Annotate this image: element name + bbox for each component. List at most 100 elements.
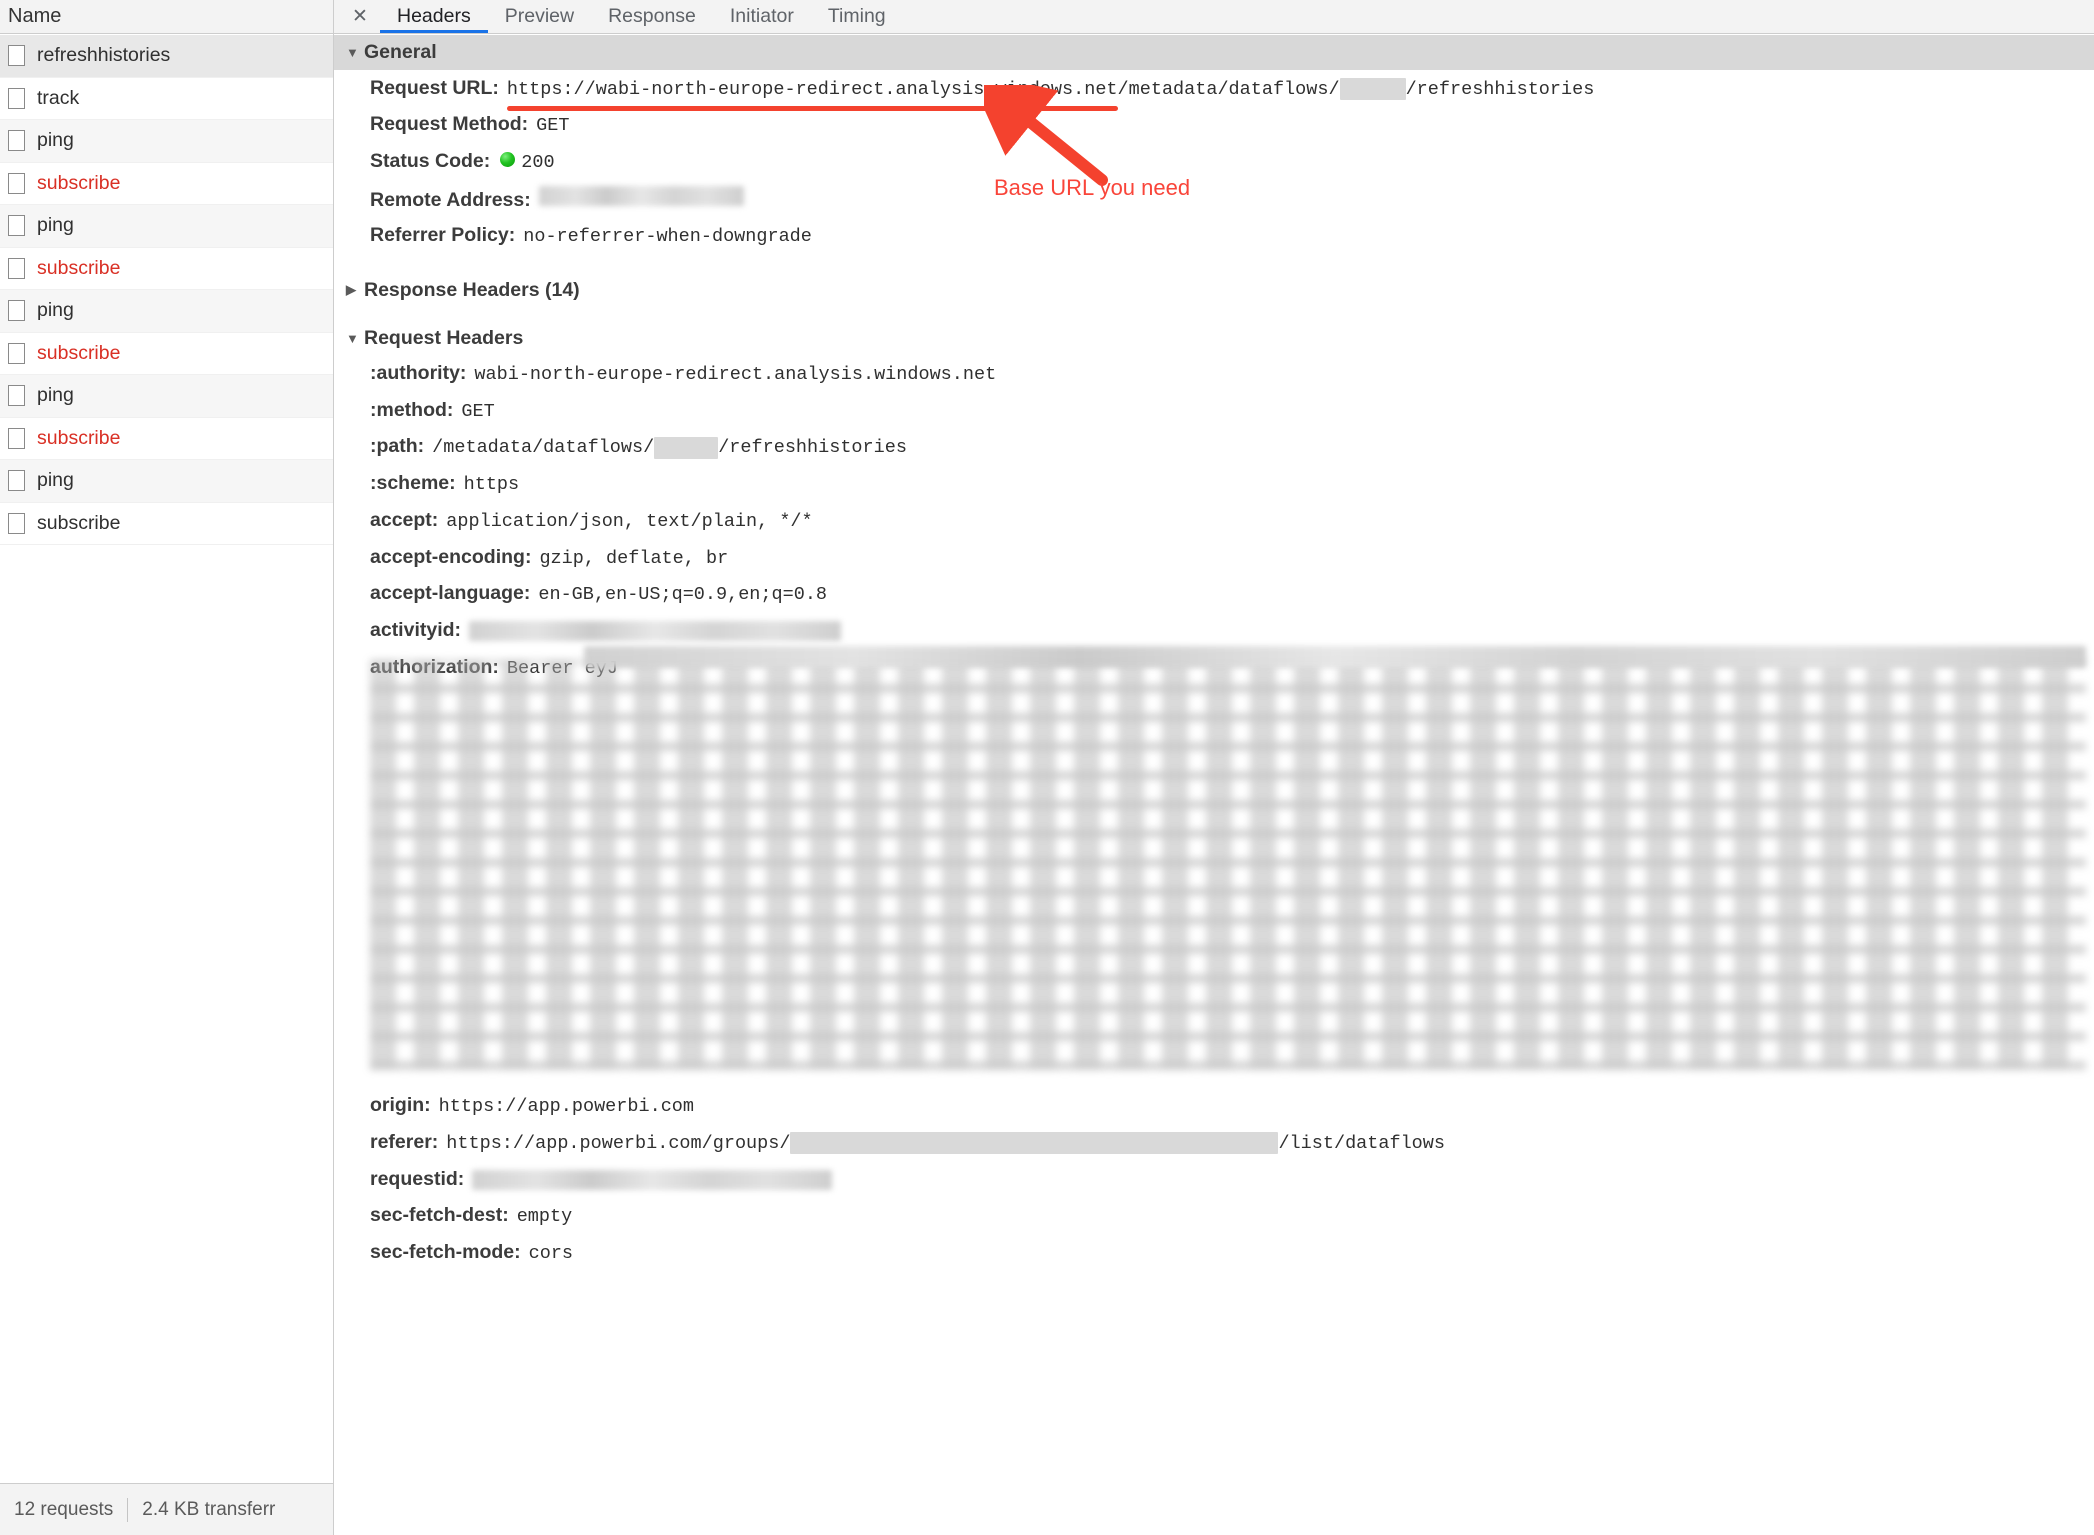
request-name: ping xyxy=(37,214,74,236)
request-method-value: GET xyxy=(536,115,570,137)
header-key: sec-fetch-mode: xyxy=(370,1240,521,1263)
detail-tabbar: ✕ Headers Preview Response Initiator Timing xyxy=(334,0,2094,34)
redacted-value xyxy=(472,1169,833,1190)
header-value: https://app.powerbi.com xyxy=(439,1095,694,1119)
list-item[interactable]: ping xyxy=(0,120,333,163)
redacted-id xyxy=(654,436,719,459)
list-item[interactable]: subscribe xyxy=(0,247,333,290)
header-key: :authority: xyxy=(370,362,467,385)
header-row: :method: GET xyxy=(334,392,2094,429)
tab-timing[interactable]: Timing xyxy=(811,0,903,33)
request-method-label: Request Method: xyxy=(370,113,529,136)
request-name: ping xyxy=(37,129,74,151)
request-name: subscribe xyxy=(37,256,121,279)
request-url-redacted-id xyxy=(1339,77,1406,100)
request-name: ping xyxy=(37,299,74,321)
header-key: :path: xyxy=(370,435,425,458)
header-value xyxy=(469,620,842,644)
header-value: empty xyxy=(517,1205,573,1229)
header-value: en-GB,en-US;q=0.9,en;q=0.8 xyxy=(538,583,827,607)
general-request-url-row: Request URL: https://wabi-north-europe-r… xyxy=(334,70,2094,107)
document-icon xyxy=(8,385,25,407)
annotation-label: Base URL you need xyxy=(994,175,1191,200)
section-response-headers[interactable]: ▶ Response Headers (14) xyxy=(334,273,2094,308)
document-icon xyxy=(8,215,25,237)
header-key: requestid: xyxy=(370,1167,465,1190)
header-value-text: https xyxy=(463,474,520,496)
header-value-text: https://app.powerbi.com xyxy=(438,1096,694,1118)
header-value: /metadata/dataflows/ /refreshhistories xyxy=(432,436,907,460)
document-icon xyxy=(8,427,25,449)
header-row: :authority: wabi-north-europe-redirect.an… xyxy=(334,356,2094,393)
document-icon xyxy=(8,342,25,364)
document-icon xyxy=(8,257,25,279)
referrer-policy-label: Referrer Policy: xyxy=(370,224,516,247)
list-item[interactable]: subscribe xyxy=(0,162,333,205)
header-row: sec-fetch-dest: empty xyxy=(334,1198,2094,1235)
request-name: subscribe xyxy=(37,426,121,449)
remote-address-label: Remote Address: xyxy=(370,188,531,211)
redacted-id xyxy=(790,1131,1279,1154)
header-key: origin: xyxy=(370,1094,431,1117)
redacted-bearer-token-block xyxy=(334,645,2094,1086)
list-item[interactable]: ping xyxy=(0,375,333,418)
list-item[interactable]: subscribe xyxy=(0,502,333,545)
request-name: subscribe xyxy=(37,171,121,194)
request-detail-panel: ✕ Headers Preview Response Initiator Timing … xyxy=(334,0,2094,1535)
header-value: gzip, deflate, br xyxy=(539,547,728,571)
tab-response[interactable]: Response xyxy=(591,0,713,33)
list-item[interactable]: ping xyxy=(0,290,333,333)
header-value-text: cors xyxy=(528,1242,574,1264)
header-value: https xyxy=(464,473,520,497)
remote-address-redacted xyxy=(538,185,744,206)
header-value: wabi-north-europe-redirect.analysis.wind… xyxy=(474,363,996,387)
header-row: requestid: xyxy=(334,1161,2094,1198)
header-value-text-tail: /refreshhistories xyxy=(718,437,907,459)
list-item[interactable]: subscribe xyxy=(0,332,333,375)
request-list-panel: Name refreshhistories track ping subscribe p… xyxy=(0,0,334,1535)
list-item[interactable]: track xyxy=(0,77,333,120)
list-item[interactable]: ping xyxy=(0,460,333,503)
request-list[interactable]: refreshhistories track ping subscribe ping su… xyxy=(0,35,333,1483)
general-status-code-row: Status Code: 200 xyxy=(334,143,2094,180)
header-value: https://app.powerbi.com/groups/ /list/dat… xyxy=(446,1131,1445,1156)
column-header-name[interactable]: Name xyxy=(0,0,333,34)
header-value-text-tail: /list/dataflows xyxy=(1278,1132,1445,1154)
request-name: ping xyxy=(37,384,74,406)
chevron-right-icon: ▶ xyxy=(346,282,356,298)
general-request-method-row: Request Method: GET xyxy=(334,107,2094,144)
list-item[interactable]: subscribe xyxy=(0,417,333,460)
header-row: origin: https://app.powerbi.com xyxy=(334,1088,2094,1125)
request-url-tail: /refreshhistories xyxy=(1405,78,1595,100)
chevron-down-icon: ▼ xyxy=(346,45,359,60)
section-request-headers[interactable]: ▼ Request Headers xyxy=(334,321,2094,356)
header-row: activityid: xyxy=(334,612,2094,649)
request-name: ping xyxy=(37,469,74,491)
header-value xyxy=(472,1169,833,1193)
tab-preview[interactable]: Preview xyxy=(488,0,591,33)
header-key: referer: xyxy=(370,1130,439,1153)
section-general[interactable]: ▼ General xyxy=(334,35,2094,70)
request-name: subscribe xyxy=(37,511,121,534)
tab-headers[interactable]: Headers xyxy=(380,0,488,33)
headers-pane: ▼ General Request URL: https://wabi-nort… xyxy=(334,35,2094,1535)
tab-initiator[interactable]: Initiator xyxy=(713,0,811,33)
request-url-label: Request URL: xyxy=(370,76,499,99)
close-icon[interactable]: ✕ xyxy=(340,0,380,33)
request-count: 12 requests xyxy=(14,1498,114,1520)
request-headers-list: :authority: wabi-north-europe-redirect.an… xyxy=(334,356,2094,1271)
list-item[interactable]: ping xyxy=(0,205,333,248)
request-name: track xyxy=(37,86,80,109)
header-value-text: wabi-north-europe-redirect.analysis.wind… xyxy=(474,364,997,386)
header-value: cors xyxy=(529,1242,573,1266)
network-status-bar: 12 requests 2.4 KB transferr xyxy=(0,1483,333,1535)
header-key: accept-encoding: xyxy=(370,545,532,568)
transferred-size: 2.4 KB transferr xyxy=(142,1498,276,1520)
document-icon xyxy=(8,172,25,194)
section-response-headers-label: Response Headers (14) xyxy=(364,278,580,301)
header-key: accept: xyxy=(370,508,439,531)
header-value: application/json, text/plain, */* xyxy=(446,510,812,534)
header-row: sec-fetch-mode: cors xyxy=(334,1234,2094,1271)
header-key: :scheme: xyxy=(370,472,456,495)
list-item[interactable]: refreshhistories xyxy=(0,35,333,78)
